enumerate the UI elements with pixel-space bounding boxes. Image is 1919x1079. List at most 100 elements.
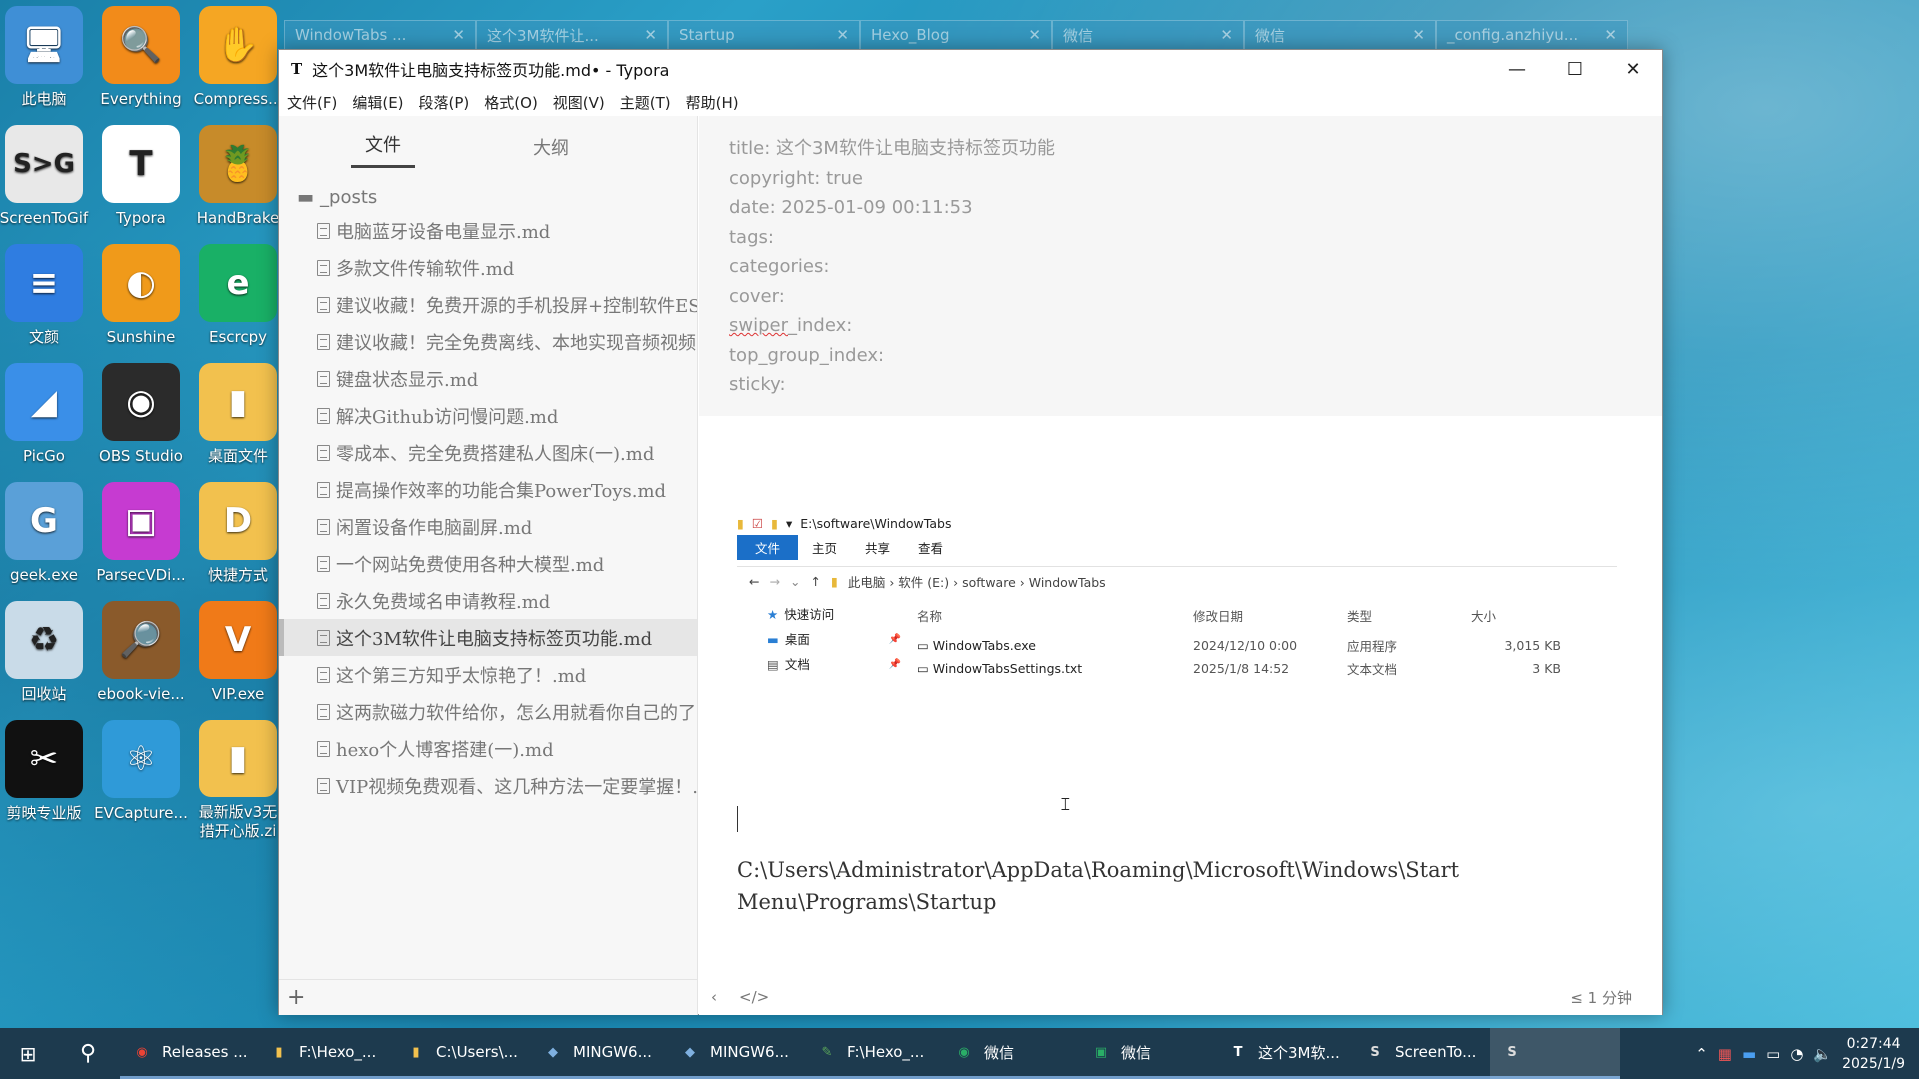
explorer-screenshot-image: ▮ ☑ ▮ ▾ E:\software\WindowTabs 文件 主页 共享 查看 …: [737, 512, 1617, 702]
folder-posts[interactable]: ▬ _posts: [279, 182, 697, 212]
clock[interactable]: 0:27:44 2025/1/9: [1842, 1034, 1905, 1074]
pin-icon: 📌: [888, 634, 901, 645]
desktop-icon-label: 最新版v3无 措开心版.zi: [198, 802, 278, 840]
taskbar-app-button[interactable]: T 这个3M软...: [1216, 1028, 1353, 1079]
sidebar-file-item[interactable]: VIP视频免费观看、这几种方法一定要掌握！.: [279, 767, 697, 804]
start-button[interactable]: ⊞: [0, 1028, 56, 1079]
editor-pane[interactable]: title: 这个3M软件让电脑支持标签页功能 copyright: true …: [699, 116, 1662, 1015]
wifi-icon[interactable]: ◔: [1790, 1045, 1803, 1063]
yaml-front-matter[interactable]: title: 这个3M软件让电脑支持标签页功能 copyright: true …: [699, 116, 1662, 416]
background-tab[interactable]: 微信 ✕: [1244, 20, 1436, 50]
desktop-icon[interactable]: ≡ 文颜: [0, 244, 90, 364]
explorer-nav-item: ★ 快速访问: [767, 602, 917, 627]
close-icon[interactable]: ✕: [1028, 26, 1041, 44]
taskbar-app-button[interactable]: S: [1490, 1028, 1620, 1079]
desktop-icon[interactable]: D 快捷方式: [192, 482, 284, 602]
taskbar-app-button[interactable]: ✎ F:\Hexo_...: [805, 1028, 942, 1079]
sidebar-file-item[interactable]: 这两款磁力软件给你，怎么用就看你自己的了: [279, 693, 697, 730]
sidebar-file-item[interactable]: 这个第三方知乎太惊艳了！.md: [279, 656, 697, 693]
sidebar-file-item[interactable]: 这个3M软件让电脑支持标签页功能.md: [279, 619, 697, 656]
minimize-button[interactable]: —: [1488, 50, 1546, 88]
sidebar-file-item[interactable]: 提高操作效率的功能合集PowerToys.md: [279, 471, 697, 508]
desktop-icon[interactable]: ◉ OBS Studio: [95, 363, 187, 483]
desktop-icon[interactable]: S>G ScreenToGif: [0, 125, 90, 245]
taskbar-app-button[interactable]: S ScreenTo...: [1353, 1028, 1490, 1079]
close-button[interactable]: ✕: [1604, 50, 1662, 88]
taskbar-app-button[interactable]: ◆ MINGW6...: [531, 1028, 668, 1079]
menu-item[interactable]: 段落(P): [419, 92, 470, 113]
taskbar-app-button[interactable]: ▣ 微信: [1079, 1028, 1216, 1079]
app-tray-icon[interactable]: ▬: [1742, 1045, 1756, 1063]
taskbar-app-button[interactable]: ◆ MINGW6...: [668, 1028, 805, 1079]
desktop-icon[interactable]: T Typora: [95, 125, 187, 245]
sidebar-file-item[interactable]: 解决Github访问慢问题.md: [279, 397, 697, 434]
breadcrumb-item: 软件 (E:): [898, 575, 950, 590]
desktop-icon[interactable]: V VIP.exe: [192, 601, 284, 721]
menu-item[interactable]: 主题(T): [620, 92, 671, 113]
file-name: 这个第三方知乎太惊艳了！.md: [336, 665, 587, 687]
desktop-icon[interactable]: ⚛ EVCapture...: [94, 720, 188, 840]
taskbar-app-button[interactable]: ▮ C:\Users\...: [394, 1028, 531, 1079]
background-tab[interactable]: _config.anzhiyu... ✕: [1436, 20, 1628, 50]
word-count[interactable]: ≤ 1 分钟: [1570, 987, 1632, 1008]
desktop-icon[interactable]: ▮ 最新版v3无 措开心版.zi: [192, 720, 284, 840]
sidebar-file-item[interactable]: 多款文件传输软件.md: [279, 249, 697, 286]
app-tray-icon[interactable]: ▦: [1718, 1045, 1732, 1063]
close-icon[interactable]: ✕: [836, 26, 849, 44]
desktop-icon[interactable]: ✋ Compress...: [192, 6, 284, 126]
sidebar-file-item[interactable]: 永久免费域名申请教程.md: [279, 582, 697, 619]
sidebar-file-item[interactable]: 一个网站免费使用各种大模型.md: [279, 545, 697, 582]
menu-item[interactable]: 视图(V): [553, 92, 605, 113]
background-tab[interactable]: Startup ✕: [668, 20, 860, 50]
sidebar-file-item[interactable]: hexo个人博客搭建(一).md: [279, 730, 697, 767]
file-icon: ▭: [917, 638, 933, 653]
source-mode-button[interactable]: </>: [739, 988, 769, 1006]
desktop-icon[interactable]: ▮ 桌面文件: [192, 363, 284, 483]
sidebar-file-item[interactable]: 电脑蓝牙设备电量显示.md: [279, 212, 697, 249]
background-tab[interactable]: 这个3M软件让... ✕: [476, 20, 668, 50]
desktop-icon[interactable]: e Escrcpy: [192, 244, 284, 364]
background-tab[interactable]: WindowTabs ... ✕: [284, 20, 476, 50]
desktop-icon[interactable]: ▣ ParsecVDi...: [95, 482, 187, 602]
explorer-file-type: 应用程序: [1347, 639, 1398, 654]
sidebar-file-item[interactable]: 键盘状态显示.md: [279, 360, 697, 397]
desktop-icon[interactable]: ◐ Sunshine: [95, 244, 187, 364]
desktop-icon[interactable]: Ggeek.exe: [0, 482, 90, 602]
taskbar-app-button[interactable]: ◉ 微信: [942, 1028, 1079, 1079]
tab-outline[interactable]: 大纲: [519, 134, 583, 168]
toggle-sidebar-button[interactable]: ‹: [711, 988, 717, 1006]
sidebar-file-item[interactable]: 建议收藏！免费开源的手机投屏+控制软件ES: [279, 286, 697, 323]
menu-item[interactable]: 编辑(E): [352, 92, 403, 113]
desktop-icon[interactable]: ✂ 剪映专业版: [0, 720, 90, 840]
volume-icon[interactable]: 🔈: [1813, 1045, 1832, 1063]
desktop-icon[interactable]: ♻ 回收站: [0, 601, 90, 721]
close-icon[interactable]: ✕: [1220, 26, 1233, 44]
desktop-icon[interactable]: ◢ PicGo: [0, 363, 90, 483]
menu-item[interactable]: 帮助(H): [686, 92, 739, 113]
close-icon[interactable]: ✕: [1604, 26, 1617, 44]
maximize-button[interactable]: ☐: [1546, 50, 1604, 88]
menu-item[interactable]: 文件(F): [287, 92, 337, 113]
taskbar-app-button[interactable]: ▮ F:\Hexo_...: [257, 1028, 394, 1079]
sidebar-file-item[interactable]: 建议收藏！完全免费离线、本地实现音频视频: [279, 323, 697, 360]
desktop-icon[interactable]: 🖥 此电脑: [0, 6, 90, 126]
battery-icon[interactable]: ▭: [1766, 1045, 1780, 1063]
desktop-icon[interactable]: 🔍 Everything: [95, 6, 187, 126]
menu-item[interactable]: 格式(O): [484, 92, 538, 113]
background-tab[interactable]: Hexo_Blog ✕: [860, 20, 1052, 50]
app-icon: 🔎: [102, 601, 180, 679]
background-tab[interactable]: 微信 ✕: [1052, 20, 1244, 50]
close-icon[interactable]: ✕: [644, 26, 657, 44]
chevron-up-icon[interactable]: ⌃: [1695, 1045, 1708, 1063]
startup-path-paragraph[interactable]: C:\Users\Administrator\AppData\Roaming\M…: [737, 854, 1517, 918]
tab-files[interactable]: 文件: [351, 131, 415, 168]
sidebar-file-item[interactable]: 闲置设备作电脑副屏.md: [279, 508, 697, 545]
desktop-icon[interactable]: 🔎 ebook-vie...: [95, 601, 187, 721]
close-icon[interactable]: ✕: [452, 26, 465, 44]
search-button[interactable]: ⚲: [56, 1028, 120, 1079]
desktop-icon[interactable]: 🍍 HandBrake: [192, 125, 284, 245]
sidebar-file-item[interactable]: 零成本、完全免费搭建私人图床(一).md: [279, 434, 697, 471]
taskbar-app-button[interactable]: ◉ Releases ...: [120, 1028, 257, 1079]
close-icon[interactable]: ✕: [1412, 26, 1425, 44]
add-file-button[interactable]: +: [287, 985, 305, 1010]
